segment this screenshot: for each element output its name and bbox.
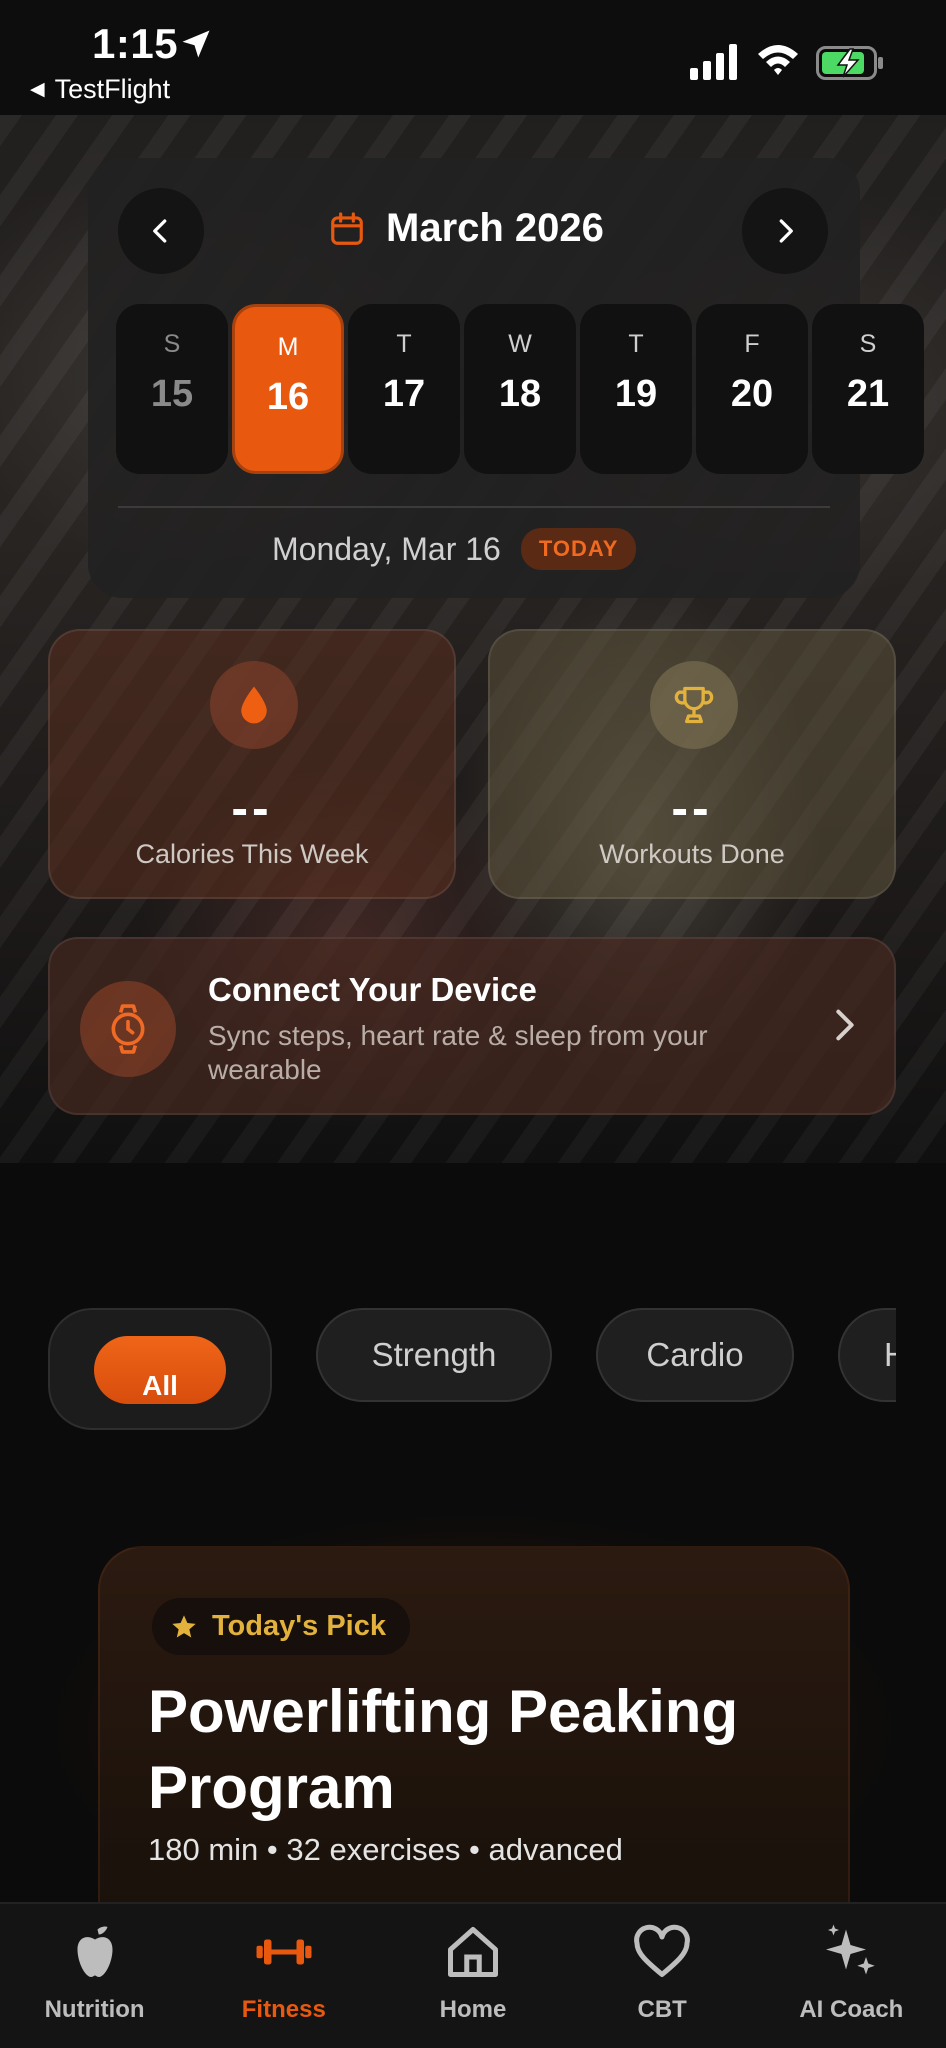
day-cell-17[interactable]: T 17 [348, 304, 460, 474]
tab-ai-coach-label: AI Coach [799, 1996, 904, 2023]
day-letter: W [508, 330, 532, 358]
chevron-right-icon [779, 219, 793, 243]
tab-cbt[interactable]: CBT [568, 1904, 757, 2048]
battery-charging-icon [816, 46, 883, 80]
status-bar: 1:15 ◀ TestFlight [0, 0, 946, 115]
day-letter: T [396, 330, 412, 358]
day-letter: F [744, 330, 760, 358]
program-meta: 180 min • 32 exercises • advanced [148, 1832, 623, 1867]
selected-date-row: Monday, Mar 16 TODAY [272, 528, 637, 570]
dumbbell-icon [256, 1939, 312, 1965]
day-number: 21 [846, 373, 890, 415]
day-number: 17 [382, 373, 426, 415]
calendar-icon [331, 211, 363, 245]
selected-date-label: Monday, Mar 16 [272, 530, 501, 567]
month-title: March 2026 [328, 206, 604, 251]
tab-home[interactable]: Home [378, 1904, 567, 2048]
filter-all-container: All [48, 1308, 272, 1430]
home-icon [447, 1927, 498, 1977]
workouts-label: Workouts Done [599, 839, 785, 869]
filter-cardio-label: Cardio [646, 1336, 744, 1373]
trophy-icon-circle [650, 661, 738, 749]
tab-ai-coach[interactable]: AI Coach [757, 1904, 946, 2048]
day-cell-18[interactable]: W 18 [464, 304, 576, 474]
day-letter: T [628, 330, 644, 358]
month-title-label: March 2026 [386, 206, 604, 250]
connect-device-card[interactable]: Connect Your Device Sync steps, heart ra… [48, 937, 896, 1115]
day-number: 16 [266, 376, 310, 418]
flame-icon-circle [210, 661, 298, 749]
back-to-app-link[interactable]: ◀ TestFlight [30, 74, 170, 105]
day-letter: S [859, 330, 877, 358]
status-time: 1:15 [92, 20, 179, 67]
heart-icon [634, 1924, 691, 1977]
tab-nutrition-label: Nutrition [44, 1996, 145, 2023]
program-title: Powerlifting Peaking Program [148, 1678, 739, 1821]
filter-cardio-button[interactable]: Cardio [596, 1308, 794, 1402]
cellular-signal-icon [690, 44, 737, 80]
filter-next-button[interactable]: H [838, 1308, 896, 1402]
wifi-icon [758, 45, 798, 75]
calendar-divider [118, 506, 830, 508]
calories-label: Calories This Week [135, 839, 369, 869]
filter-all-label: All [142, 1370, 178, 1401]
tab-fitness[interactable]: Fitness [189, 1904, 378, 2048]
week-day-strip: S 15 M 16 T 17 W 18 T 19 F 20 S 21 [116, 304, 924, 474]
day-cell-19[interactable]: T 19 [580, 304, 692, 474]
tab-nutrition[interactable]: Nutrition [0, 1904, 189, 2048]
sparkles-icon [826, 1924, 876, 1975]
todays-pick-label: Today's Pick [212, 1610, 386, 1642]
previous-month-button[interactable] [118, 188, 204, 274]
workouts-value: -- [671, 780, 713, 836]
chevron-right-icon [836, 1009, 854, 1041]
week-calendar-card: March 2026 S 15 M 16 T 17 W 18 T 19 F 20 [88, 158, 924, 598]
day-letter: M [277, 333, 299, 361]
bottom-tab-bar: Nutrition Fitness Home CBT AI Coach [0, 1902, 946, 2048]
today-badge: TODAY [520, 528, 637, 570]
day-cell-21[interactable]: S 21 [812, 304, 924, 474]
day-number: 19 [614, 373, 658, 415]
day-number: 18 [498, 373, 542, 415]
trophy-icon [674, 686, 714, 724]
location-arrow-icon [182, 30, 210, 58]
tab-home-label: Home [439, 1996, 507, 2023]
day-cell-15[interactable]: S 15 [116, 304, 228, 474]
day-number: 15 [150, 373, 194, 415]
filter-strength-label: Strength [371, 1336, 497, 1373]
device-card-subtitle: Sync steps, heart rate & sleep from your… [208, 1020, 708, 1085]
calories-value: -- [231, 780, 273, 836]
device-card-title: Connect Your Device [208, 971, 537, 1008]
apple-icon [77, 1926, 113, 1977]
back-app-label: TestFlight [54, 74, 171, 104]
todays-pick-badge: Today's Pick [152, 1598, 410, 1655]
back-triangle-icon: ◀ [30, 79, 45, 100]
workout-filter-pills: All Strength Cardio H [48, 1308, 896, 1430]
filter-next-label: H [884, 1336, 896, 1373]
calories-stat-card[interactable]: -- Calories This Week [48, 629, 456, 899]
workouts-stat-card[interactable]: -- Workouts Done [488, 629, 896, 899]
day-letter: S [163, 330, 181, 358]
day-cell-20[interactable]: F 20 [696, 304, 808, 474]
tab-cbt-label: CBT [637, 1996, 687, 2023]
day-number: 20 [730, 373, 774, 415]
filter-strength-button[interactable]: Strength [316, 1308, 552, 1402]
tab-fitness-label: Fitness [241, 1996, 326, 2023]
watch-icon-circle [80, 981, 176, 1077]
chevron-left-icon [153, 219, 167, 243]
day-cell-16-selected[interactable]: M 16 [232, 304, 344, 474]
watch-icon [111, 1004, 145, 1054]
next-month-button[interactable] [742, 188, 828, 274]
flame-icon [241, 686, 267, 724]
star-icon [172, 1614, 196, 1637]
filter-all-button[interactable]: All [94, 1336, 226, 1404]
